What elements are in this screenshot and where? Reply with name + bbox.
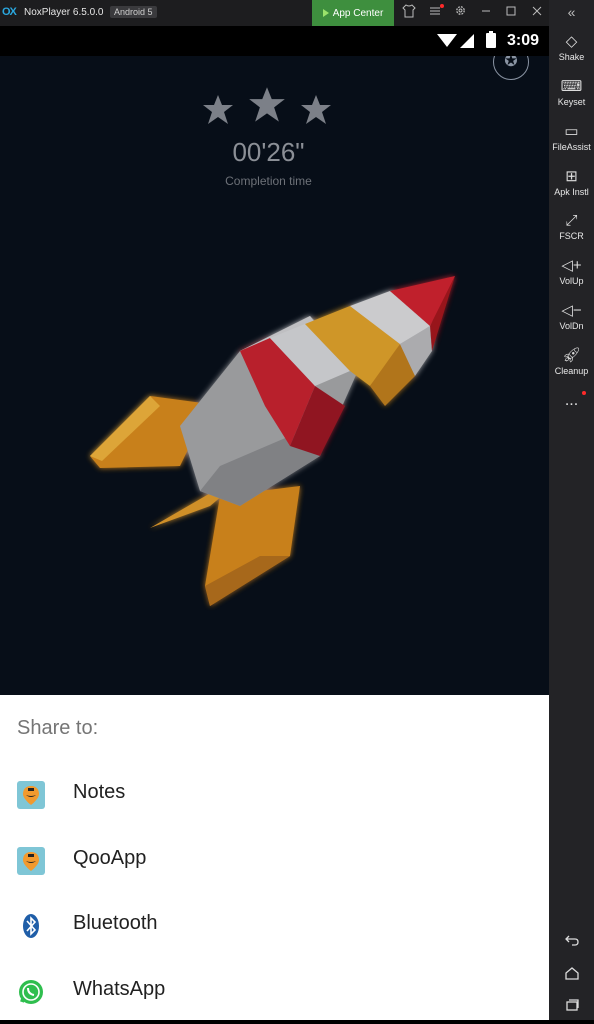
completion-time-label: Completion time — [225, 174, 312, 188]
star-icon — [301, 95, 331, 124]
window-title: NoxPlayer 6.5.0.0 — [24, 7, 104, 18]
gear-icon[interactable] — [451, 4, 469, 22]
signal-icon — [460, 34, 474, 48]
app-center-label: App Center — [332, 7, 384, 19]
share-item-bluetooth[interactable]: Bluetooth — [0, 892, 549, 958]
recents-icon — [565, 999, 579, 1011]
tool-label: Apk Instl — [554, 187, 589, 197]
share-sheet: Share to: Notes QooApp Bluetooth WhatsAp… — [0, 695, 549, 1020]
completion-time: 00'26" — [232, 137, 305, 167]
star-rating — [200, 86, 340, 130]
share-item-label: QooApp — [73, 847, 147, 869]
tool-voldn[interactable]: ◁− VolDn — [549, 302, 594, 331]
maximize-icon[interactable] — [502, 4, 520, 22]
volume-up-icon: ◁+ — [561, 257, 582, 274]
notification-dot — [582, 391, 586, 395]
emulator-toolbar: « ◇ Shake ⌨ Keyset ▭ FileAssist ⊞ Apk In… — [549, 0, 594, 1020]
monitor-icon: ▭ — [564, 123, 579, 140]
wifi-icon — [437, 34, 457, 47]
android-version-badge: Android 5 — [110, 6, 157, 18]
tool-label: FSCR — [559, 231, 584, 241]
collapse-toolbar-button[interactable]: « — [549, 4, 594, 20]
recents-button[interactable] — [549, 998, 594, 1016]
qooapp-icon — [17, 781, 45, 809]
android-status-bar: 3:09 — [0, 26, 549, 56]
tool-keyset[interactable]: ⌨ Keyset — [549, 78, 594, 107]
rocket-icon: 🚀︎ — [561, 347, 582, 364]
tool-fileassist[interactable]: ▭ FileAssist — [549, 123, 594, 152]
share-item-label: Notes — [73, 781, 126, 803]
app-center-button[interactable]: App Center — [312, 0, 394, 26]
notification-dot — [440, 4, 444, 8]
tool-label: Cleanup — [554, 366, 589, 376]
achievement-icon[interactable]: ✪ — [493, 56, 529, 80]
keyboard-icon: ⌨ — [560, 78, 583, 95]
share-item-qooapp[interactable]: QooApp — [0, 827, 549, 893]
back-button[interactable] — [549, 933, 594, 951]
share-item-notes[interactable]: Notes — [0, 761, 549, 827]
star-icon — [203, 95, 233, 124]
tool-cleanup[interactable]: 🚀︎ Cleanup — [549, 347, 594, 376]
tool-label: Keyset — [557, 97, 586, 107]
share-item-label: WhatsApp — [73, 978, 166, 1000]
rocket-illustration — [90, 276, 455, 606]
shirt-icon[interactable] — [400, 4, 418, 22]
minimize-icon[interactable] — [477, 4, 495, 22]
tool-volup[interactable]: ◁+ VolUp — [549, 257, 594, 286]
tool-label: Shake — [558, 52, 585, 62]
nox-logo: OX — [2, 6, 17, 18]
tool-apk-install[interactable]: ⊞ Apk Instl — [549, 168, 594, 197]
battery-icon — [486, 31, 496, 48]
share-title: Share to: — [17, 717, 99, 739]
home-button[interactable] — [549, 966, 594, 984]
window-title-bar: OX NoxPlayer 6.5.0.0 Android 5 App Cente… — [0, 0, 594, 26]
fullscreen-icon: ⤢ — [565, 212, 578, 229]
status-time: 3:09 — [506, 32, 539, 49]
play-store-icon — [322, 9, 329, 17]
share-item-label: Bluetooth — [73, 912, 158, 934]
tool-label: VolDn — [559, 321, 584, 331]
star-icon — [249, 87, 285, 122]
tool-fscr[interactable]: ⤢ FSCR — [549, 212, 594, 241]
more-tools-button[interactable]: ... — [549, 392, 594, 410]
shake-icon: ◇ — [565, 33, 578, 50]
tool-label: VolUp — [559, 276, 584, 286]
whatsapp-icon — [19, 980, 43, 1004]
home-icon — [564, 967, 579, 980]
qooapp-icon — [17, 847, 45, 875]
tool-label: FileAssist — [552, 142, 591, 152]
tool-shake[interactable]: ◇ Shake — [549, 33, 594, 62]
bluetooth-icon — [23, 914, 39, 938]
game-result-screen: ✪ 00'26" Completion time — [0, 56, 549, 695]
back-icon — [564, 935, 579, 946]
volume-down-icon: ◁− — [561, 302, 582, 319]
share-item-whatsapp[interactable]: WhatsApp — [0, 958, 549, 1024]
close-icon[interactable] — [528, 4, 546, 22]
apk-install-icon: ⊞ — [565, 168, 578, 185]
